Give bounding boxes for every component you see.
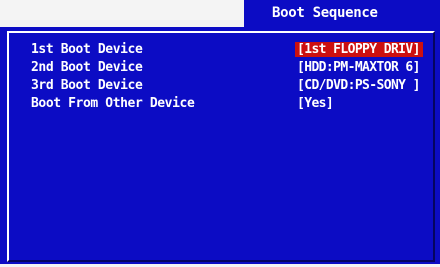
- boot-item-label: 1st Boot Device: [31, 42, 143, 57]
- page-title: Boot Sequence: [272, 5, 378, 21]
- boot-item-1st[interactable]: 1st Boot Device [1st FLOPPY DRIV]: [9, 42, 433, 57]
- boot-item-other-device[interactable]: Boot From Other Device [Yes]: [9, 96, 433, 111]
- boot-item-value-selected[interactable]: [1st FLOPPY DRIV]: [295, 42, 423, 57]
- boot-item-label: 3rd Boot Device: [31, 78, 143, 93]
- boot-item-value[interactable]: [CD/DVD:PS-SONY ]: [295, 78, 423, 93]
- header-blank-area: [0, 0, 244, 27]
- boot-item-label: Boot From Other Device: [31, 96, 195, 111]
- bios-screen: Boot Sequence 1st Boot Device [1st FLOPP…: [0, 0, 440, 267]
- boot-item-label: 2nd Boot Device: [31, 60, 143, 75]
- boot-item-2nd[interactable]: 2nd Boot Device [HDD:PM-MAXTOR 6]: [9, 60, 433, 75]
- boot-item-value[interactable]: [HDD:PM-MAXTOR 6]: [295, 60, 423, 75]
- boot-item-value[interactable]: [Yes]: [295, 96, 336, 111]
- boot-sequence-panel: 1st Boot Device [1st FLOPPY DRIV] 2nd Bo…: [7, 31, 435, 262]
- boot-item-3rd[interactable]: 3rd Boot Device [CD/DVD:PS-SONY ]: [9, 78, 433, 93]
